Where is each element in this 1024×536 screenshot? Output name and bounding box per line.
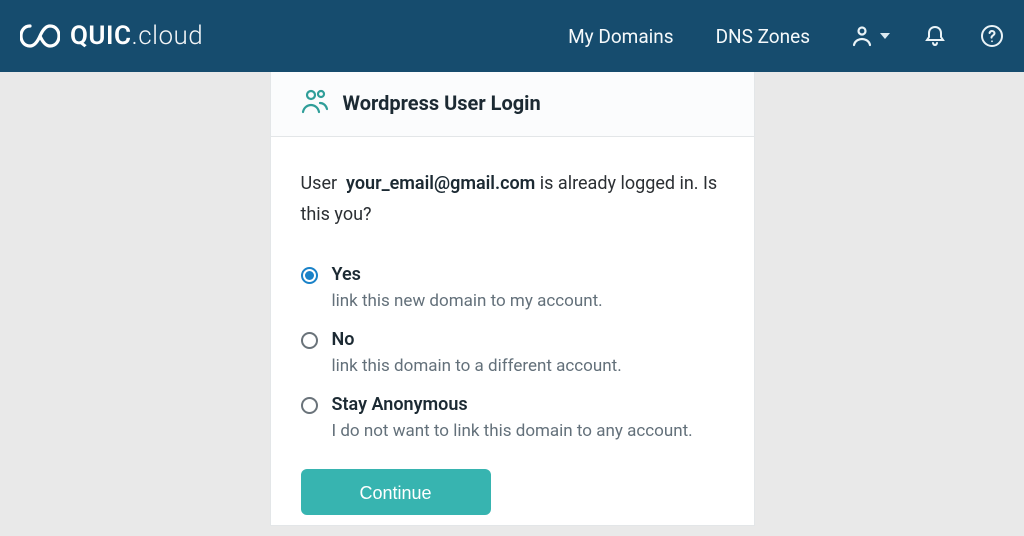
help-button[interactable] xyxy=(980,24,1004,48)
users-icon xyxy=(301,88,329,118)
prompt-user-label: User xyxy=(301,173,338,194)
options-group: Yes link this new domain to my account. … xyxy=(301,264,724,441)
option-no[interactable]: No link this domain to a different accou… xyxy=(301,329,724,376)
option-label: No xyxy=(332,329,622,350)
option-desc: link this new domain to my account. xyxy=(332,291,603,311)
prompt-email: your_email@gmail.com xyxy=(346,173,535,194)
card-title: Wordpress User Login xyxy=(343,91,541,115)
card-header: Wordpress User Login xyxy=(271,72,754,137)
option-label: Yes xyxy=(332,264,603,285)
continue-button[interactable]: Continue xyxy=(301,469,491,515)
notifications-button[interactable] xyxy=(924,24,946,48)
top-nav: My Domains DNS Zones xyxy=(568,25,810,48)
help-icon xyxy=(980,24,1004,48)
option-desc: link this domain to a different account. xyxy=(332,356,622,376)
user-icon xyxy=(850,24,874,48)
logo[interactable]: QUIC.cloud xyxy=(20,21,568,51)
infinity-icon xyxy=(20,23,60,49)
card-body: User your_email@gmail.com is already log… xyxy=(271,137,754,525)
logo-text: QUIC.cloud xyxy=(70,21,203,51)
account-menu[interactable] xyxy=(850,24,890,48)
option-desc: I do not want to link this domain to any… xyxy=(332,421,693,441)
chevron-down-icon xyxy=(880,33,890,39)
login-card: Wordpress User Login User your_email@gma… xyxy=(270,72,755,526)
header-icon-row xyxy=(850,24,1004,48)
option-anonymous[interactable]: Stay Anonymous I do not want to link thi… xyxy=(301,394,724,441)
radio-icon xyxy=(301,332,318,349)
login-prompt: User your_email@gmail.com is already log… xyxy=(301,169,724,230)
nav-dns-zones[interactable]: DNS Zones xyxy=(716,25,810,48)
logo-text-thin: .cloud xyxy=(131,21,203,51)
logo-text-bold: QUIC xyxy=(70,21,131,51)
nav-my-domains[interactable]: My Domains xyxy=(568,25,674,48)
option-label: Stay Anonymous xyxy=(332,394,693,415)
top-header: QUIC.cloud My Domains DNS Zones xyxy=(0,0,1024,72)
option-yes[interactable]: Yes link this new domain to my account. xyxy=(301,264,724,311)
radio-icon xyxy=(301,397,318,414)
bell-icon xyxy=(924,24,946,48)
radio-icon xyxy=(301,267,318,284)
